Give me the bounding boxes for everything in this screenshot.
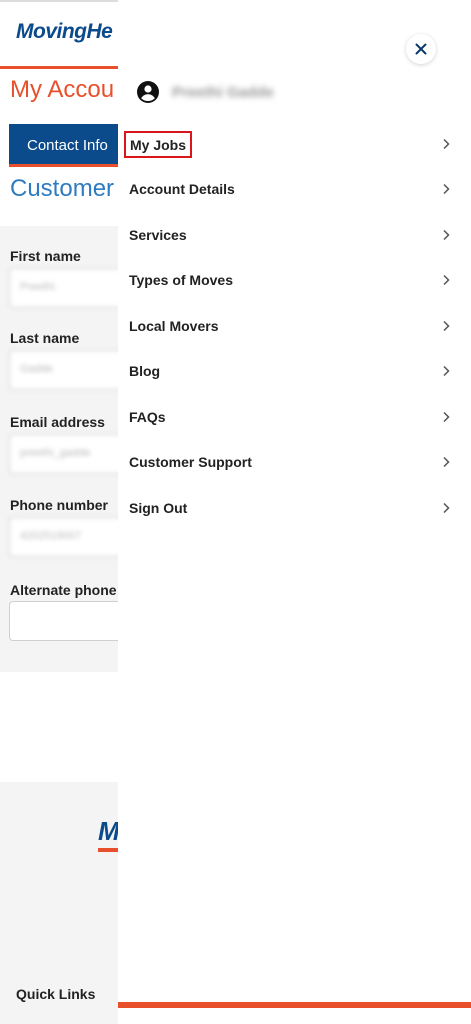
menu-item-label: Sign Out: [129, 500, 188, 516]
close-icon: [415, 43, 427, 55]
footer-logo-bar: [98, 848, 120, 852]
quick-links-heading: Quick Links: [16, 986, 96, 1002]
email-label: Email address: [10, 414, 105, 430]
menu-item-sign-out[interactable]: Sign Out: [118, 488, 471, 528]
menu-item-label: Types of Moves: [129, 272, 233, 288]
chevron-right-icon: [443, 502, 450, 514]
footer-logo: M: [98, 816, 120, 846]
menu-item-label: FAQs: [129, 409, 166, 425]
chevron-right-icon: [443, 365, 450, 377]
menu-item-label: Blog: [129, 363, 161, 379]
tab-contact-info[interactable]: Contact Info: [9, 124, 121, 167]
chevron-right-icon: [443, 138, 450, 150]
user-profile[interactable]: Preethi Gadde: [136, 78, 274, 106]
account-circle-icon: [137, 81, 159, 103]
chevron-right-icon: [443, 456, 450, 468]
alternate-phone-label: Alternate phone n: [10, 582, 130, 598]
chevron-right-icon: [443, 183, 450, 195]
menu-item-label: My Jobs: [124, 130, 193, 158]
drawer-bottom-bar: [118, 1002, 471, 1008]
menu-item-my-jobs[interactable]: My Jobs: [118, 124, 471, 164]
menu-item-label: Customer Support: [129, 454, 252, 470]
chevron-right-icon: [443, 320, 450, 332]
section-title: Customer: [10, 175, 115, 202]
menu-item-label: Services: [129, 227, 187, 243]
chevron-right-icon: [443, 229, 450, 241]
menu-item-label: Local Movers: [129, 318, 219, 334]
phone-label: Phone number: [10, 497, 109, 513]
last-name-label: Last name: [10, 330, 80, 346]
chevron-right-icon: [443, 274, 450, 286]
menu-item-customer-support[interactable]: Customer Support: [118, 442, 471, 482]
page-title: My Accou: [10, 76, 115, 103]
menu-item-label: Account Details: [129, 181, 235, 197]
site-logo[interactable]: MovingHe: [16, 20, 113, 44]
menu-item-faqs[interactable]: FAQs: [118, 397, 471, 437]
chevron-right-icon: [443, 411, 450, 423]
logo-underline: [0, 66, 118, 69]
menu-item-account-details[interactable]: Account Details: [118, 169, 471, 209]
user-name: Preethi Gadde: [172, 83, 274, 101]
menu-item-blog[interactable]: Blog: [118, 351, 471, 391]
first-name-label: First name: [10, 248, 81, 264]
menu-item-local-movers[interactable]: Local Movers: [118, 306, 471, 346]
menu-item-types-of-moves[interactable]: Types of Moves: [118, 260, 471, 300]
navigation-drawer: Preethi Gadde My Jobs Account Details Se…: [118, 0, 471, 1024]
menu-item-services[interactable]: Services: [118, 215, 471, 255]
close-button[interactable]: [406, 34, 436, 64]
